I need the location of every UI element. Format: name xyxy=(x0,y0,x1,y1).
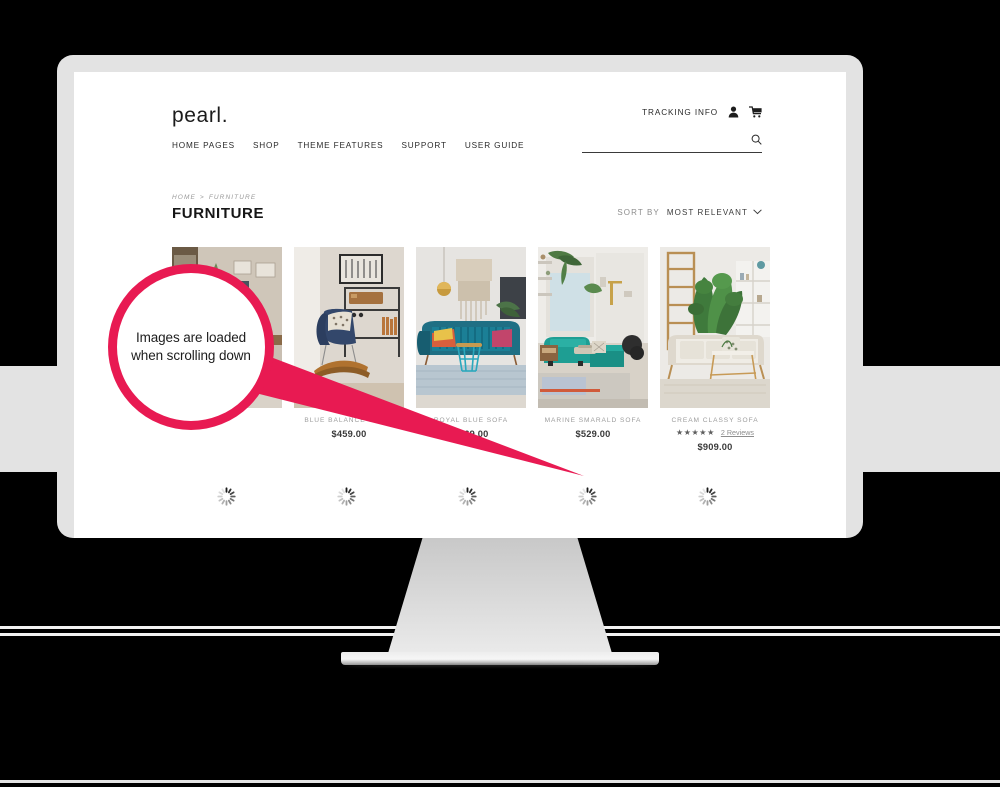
sort-by-value[interactable]: MOST RELEVANT xyxy=(667,208,762,217)
callout-magnifier: Images are loaded when scrolling down xyxy=(108,264,274,430)
product-name: BLUE BALANCE CHAIR xyxy=(304,417,394,424)
product-name: CREAM CLASSY SOFA xyxy=(671,417,759,424)
site-header: pearl. HOME PAGES SHOP THEME FEATURES SU… xyxy=(172,105,762,177)
loading-cell xyxy=(292,486,400,507)
search-bar[interactable] xyxy=(582,133,762,153)
loading-spinner-icon xyxy=(578,487,597,506)
loading-spinner-icon xyxy=(457,487,477,506)
nav-item-home-pages[interactable]: HOME PAGES xyxy=(172,141,235,150)
breadcrumb-separator: > xyxy=(199,194,205,201)
product-card[interactable]: MARINE SMARALD SOFA $529.00 xyxy=(538,247,648,452)
brand-logo[interactable]: pearl. xyxy=(172,105,228,126)
product-price: $769.00 xyxy=(453,429,489,439)
nav-item-support[interactable]: SUPPORT xyxy=(401,141,446,150)
sort-by-selected-text: MOST RELEVANT xyxy=(666,208,748,217)
background-baseline xyxy=(0,780,1000,783)
callout-line-2: when scrolling down xyxy=(131,348,251,363)
nav-item-user-guide[interactable]: USER GUIDE xyxy=(465,141,524,150)
sort-by-label: SORT BY xyxy=(617,208,660,217)
product-image[interactable] xyxy=(416,247,526,408)
header-utility-row: TRACKING INFO xyxy=(582,105,762,119)
nav-item-theme-features[interactable]: THEME FEATURES xyxy=(298,141,384,150)
product-image[interactable] xyxy=(660,247,770,408)
reviews-link[interactable]: 2 Reviews xyxy=(721,428,754,437)
product-price: $459.00 xyxy=(331,429,367,439)
cart-icon[interactable] xyxy=(748,106,762,118)
nav-item-shop[interactable]: SHOP xyxy=(253,141,280,150)
loading-spinner-icon xyxy=(337,487,356,506)
product-image[interactable] xyxy=(538,247,648,408)
rating-stars: ★★★★★ xyxy=(675,427,715,437)
loading-cell xyxy=(172,486,280,507)
product-price: $529.00 xyxy=(575,429,611,439)
product-name: ROYAL BLUE SOFA xyxy=(433,417,509,424)
monitor-stand-shadow xyxy=(345,664,655,668)
chevron-down-icon[interactable] xyxy=(753,208,762,217)
loading-cell xyxy=(533,486,641,507)
tracking-info-link[interactable]: TRACKING INFO xyxy=(642,108,718,117)
breadcrumb: HOME > FURNITURE xyxy=(172,194,762,201)
callout-text: Images are loaded when scrolling down xyxy=(124,329,259,365)
product-price: $909.00 xyxy=(697,442,733,452)
main-navigation: HOME PAGES SHOP THEME FEATURES SUPPORT U… xyxy=(172,141,524,150)
loading-cell xyxy=(413,486,521,507)
product-card[interactable]: BLUE BALANCE CHAIR $459.00 xyxy=(294,247,404,452)
loading-spinner-icon xyxy=(698,487,717,506)
callout-line-1: Images are loaded xyxy=(135,329,247,345)
product-image[interactable] xyxy=(294,247,404,408)
header-utility-area: TRACKING INFO xyxy=(582,105,762,153)
search-icon[interactable] xyxy=(751,132,762,150)
user-icon[interactable] xyxy=(728,106,739,118)
loading-cell xyxy=(654,486,762,507)
page-title: FURNITURE xyxy=(172,205,265,222)
product-rating-row: ★★★★★ 2 Reviews xyxy=(660,428,770,437)
category-header-row: FURNITURE SORT BY MOST RELEVANT xyxy=(172,205,762,222)
product-card[interactable]: CREAM CLASSY SOFA ★★★★★ 2 Reviews $909.0… xyxy=(660,247,770,452)
breadcrumb-home[interactable]: HOME xyxy=(172,194,196,201)
monitor-stand-neck xyxy=(386,538,614,660)
product-name: MARINE SMARALD SOFA xyxy=(544,417,642,424)
breadcrumb-current: FURNITURE xyxy=(208,194,257,201)
product-card[interactable]: ROYAL BLUE SOFA $769.00 xyxy=(416,247,526,452)
sort-by-control[interactable]: SORT BY MOST RELEVANT xyxy=(617,208,762,222)
loading-spinner-icon xyxy=(217,487,236,506)
search-input[interactable] xyxy=(612,134,762,152)
lazy-load-placeholder-row xyxy=(172,486,762,507)
